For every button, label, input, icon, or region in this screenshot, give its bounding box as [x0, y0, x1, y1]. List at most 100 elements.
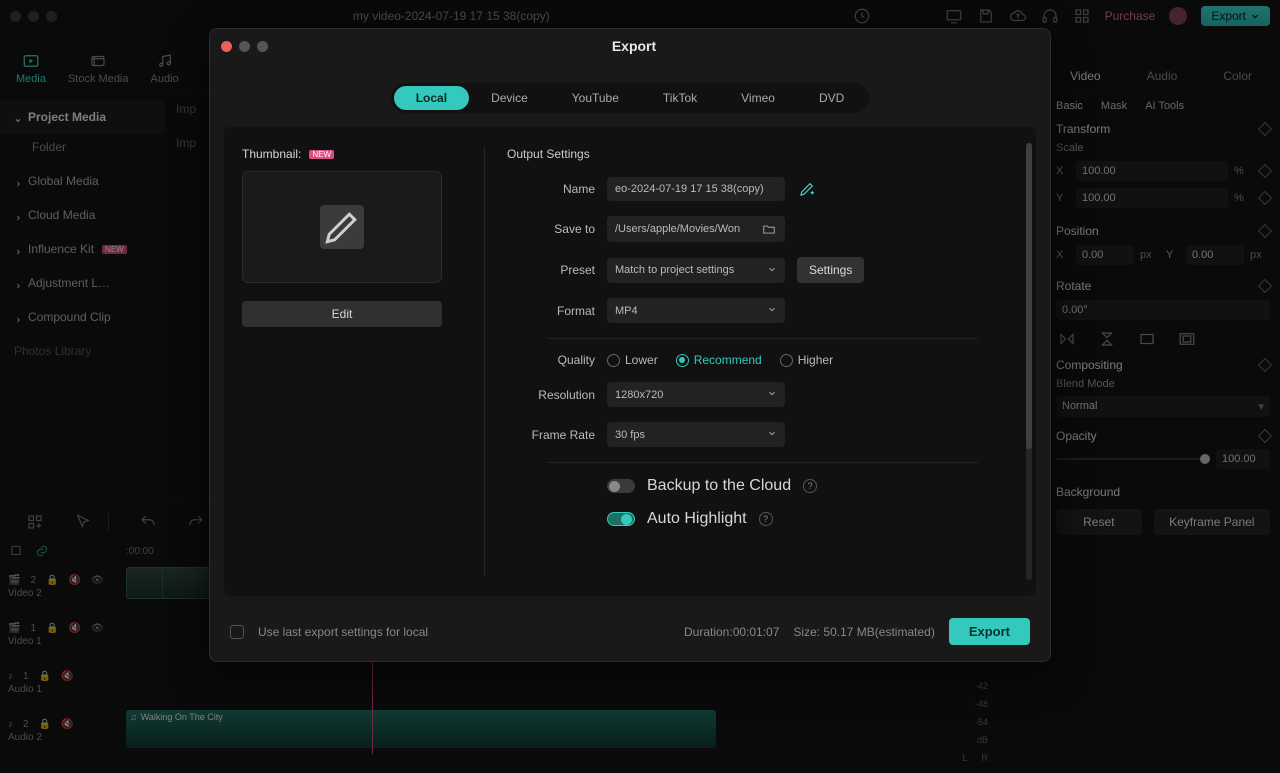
- quality-recommend-radio[interactable]: Recommend: [676, 353, 762, 367]
- keyframe-diamond-icon[interactable]: [1258, 358, 1272, 372]
- tab-audio[interactable]: Audio: [151, 52, 179, 91]
- cloud-up-icon[interactable]: [1009, 7, 1027, 25]
- keyframe-diamond-icon[interactable]: [1258, 429, 1272, 443]
- rotate-input[interactable]: 0.00°: [1056, 300, 1270, 320]
- keyframe-diamond-icon[interactable]: [1258, 224, 1272, 238]
- subtab-basic[interactable]: Basic: [1056, 100, 1083, 112]
- modal-close-icon[interactable]: [221, 41, 232, 52]
- lock-icon[interactable]: 🔒: [39, 671, 51, 682]
- tab-media[interactable]: Media: [16, 52, 46, 91]
- help-icon[interactable]: ?: [803, 479, 817, 493]
- tab-vimeo[interactable]: Vimeo: [719, 86, 797, 110]
- framerate-select[interactable]: 30 fps: [607, 422, 785, 447]
- inspector-tab-video[interactable]: Video: [1058, 69, 1112, 91]
- sidebar-global-media[interactable]: Global Media: [0, 164, 165, 198]
- flip-h-icon[interactable]: [1056, 330, 1078, 348]
- section-compositing[interactable]: Compositing: [1056, 358, 1123, 372]
- modal-min-icon[interactable]: [239, 41, 250, 52]
- mute-icon[interactable]: 🔇: [61, 671, 73, 682]
- mute-icon[interactable]: 🔇: [68, 575, 80, 586]
- tab-dvd[interactable]: DVD: [797, 86, 866, 110]
- save-icon[interactable]: [977, 7, 995, 25]
- export-button[interactable]: Export: [949, 618, 1030, 645]
- marker-icon[interactable]: [8, 544, 24, 558]
- thumbnail-preview[interactable]: [242, 171, 442, 283]
- edit-thumbnail-button[interactable]: Edit: [242, 301, 442, 327]
- save-to-input[interactable]: /Users/apple/Movies/Won: [607, 216, 785, 242]
- fill-icon[interactable]: [1176, 330, 1198, 348]
- sidebar-project-media[interactable]: Project Media: [0, 100, 165, 134]
- timeline-ruler[interactable]: :00:00: [118, 540, 154, 562]
- section-transform[interactable]: Transform: [1056, 122, 1110, 136]
- use-last-settings-checkbox[interactable]: [230, 625, 244, 639]
- history-icon[interactable]: [853, 7, 871, 25]
- audio-clip[interactable]: ♫Walking On The City: [126, 710, 716, 748]
- tab-device[interactable]: Device: [469, 86, 550, 110]
- subtab-mask[interactable]: Mask: [1101, 100, 1127, 112]
- eye-icon[interactable]: 👁: [91, 575, 104, 586]
- traffic-close[interactable]: [10, 11, 21, 22]
- tab-local[interactable]: Local: [394, 86, 469, 110]
- preset-select[interactable]: Match to project settings: [607, 258, 785, 283]
- quality-higher-radio[interactable]: Higher: [780, 353, 833, 367]
- opacity-slider[interactable]: [1056, 458, 1210, 460]
- sidebar-influence-kit[interactable]: Influence KitNEW: [0, 232, 165, 266]
- fit-icon[interactable]: [1136, 330, 1158, 348]
- lock-icon[interactable]: 🔒: [46, 575, 58, 586]
- sidebar-cloud-media[interactable]: Cloud Media: [0, 198, 165, 232]
- modal-max-icon[interactable]: [257, 41, 268, 52]
- format-select[interactable]: MP4: [607, 298, 785, 323]
- cursor-icon[interactable]: [74, 513, 92, 531]
- sidebar-photos[interactable]: Photos Library: [0, 334, 165, 368]
- pos-y-input[interactable]: 0.00: [1186, 245, 1244, 265]
- name-input[interactable]: eo-2024-07-19 17 15 38(copy): [607, 177, 785, 201]
- user-avatar[interactable]: [1169, 7, 1187, 25]
- section-background[interactable]: Background: [1056, 485, 1120, 499]
- inspector-tab-color[interactable]: Color: [1211, 69, 1264, 91]
- flip-v-icon[interactable]: [1096, 330, 1118, 348]
- opacity-input[interactable]: 100.00: [1216, 449, 1270, 469]
- tab-tiktok[interactable]: TikTok: [641, 86, 719, 110]
- modal-scrollbar[interactable]: [1026, 143, 1032, 580]
- inspector-tab-audio[interactable]: Audio: [1135, 69, 1190, 91]
- grid-icon[interactable]: [1073, 7, 1091, 25]
- ai-rename-icon[interactable]: [797, 180, 817, 198]
- keyframe-diamond-icon[interactable]: [1258, 279, 1272, 293]
- help-icon[interactable]: ?: [759, 512, 773, 526]
- auto-highlight-toggle[interactable]: [607, 512, 635, 526]
- tab-youtube[interactable]: YouTube: [550, 86, 641, 110]
- subtab-ai-tools[interactable]: AI Tools: [1145, 100, 1184, 112]
- keyframe-diamond-icon[interactable]: [1258, 164, 1272, 178]
- scale-y-input[interactable]: 100.00: [1076, 188, 1228, 208]
- undo-icon[interactable]: [139, 513, 157, 531]
- folder-icon[interactable]: [761, 222, 777, 236]
- mute-icon[interactable]: 🔇: [61, 719, 73, 730]
- headphones-icon[interactable]: [1041, 7, 1059, 25]
- keyframe-diamond-icon[interactable]: [1258, 122, 1272, 136]
- add-track-icon[interactable]: [26, 513, 44, 531]
- lock-icon[interactable]: 🔒: [39, 719, 51, 730]
- traffic-max[interactable]: [46, 11, 57, 22]
- blend-mode-select[interactable]: Normal▾: [1056, 396, 1270, 417]
- titlebar-export-button[interactable]: Export: [1201, 6, 1270, 26]
- tab-stock-media[interactable]: Stock Media: [68, 52, 129, 91]
- size-readout: Size: 50.17 MB(estimated): [793, 625, 934, 639]
- preset-settings-button[interactable]: Settings: [797, 257, 864, 283]
- link-icon[interactable]: [34, 544, 50, 558]
- sidebar-folder[interactable]: Folder: [0, 134, 165, 164]
- lock-icon[interactable]: 🔒: [46, 623, 58, 634]
- resolution-select[interactable]: 1280x720: [607, 382, 785, 407]
- scale-x-input[interactable]: 100.00: [1076, 161, 1228, 181]
- keyframe-diamond-icon[interactable]: [1258, 191, 1272, 205]
- backup-cloud-toggle[interactable]: [607, 479, 635, 493]
- redo-icon[interactable]: [187, 513, 205, 531]
- eye-icon[interactable]: 👁: [91, 623, 104, 634]
- device-icon[interactable]: [945, 7, 963, 25]
- traffic-min[interactable]: [28, 11, 39, 22]
- purchase-button[interactable]: Purchase: [1105, 9, 1156, 23]
- sidebar-compound-clip[interactable]: Compound Clip: [0, 300, 165, 334]
- quality-lower-radio[interactable]: Lower: [607, 353, 658, 367]
- sidebar-adjustment[interactable]: Adjustment L…: [0, 266, 165, 300]
- mute-icon[interactable]: 🔇: [68, 623, 80, 634]
- pos-x-input[interactable]: 0.00: [1076, 245, 1134, 265]
